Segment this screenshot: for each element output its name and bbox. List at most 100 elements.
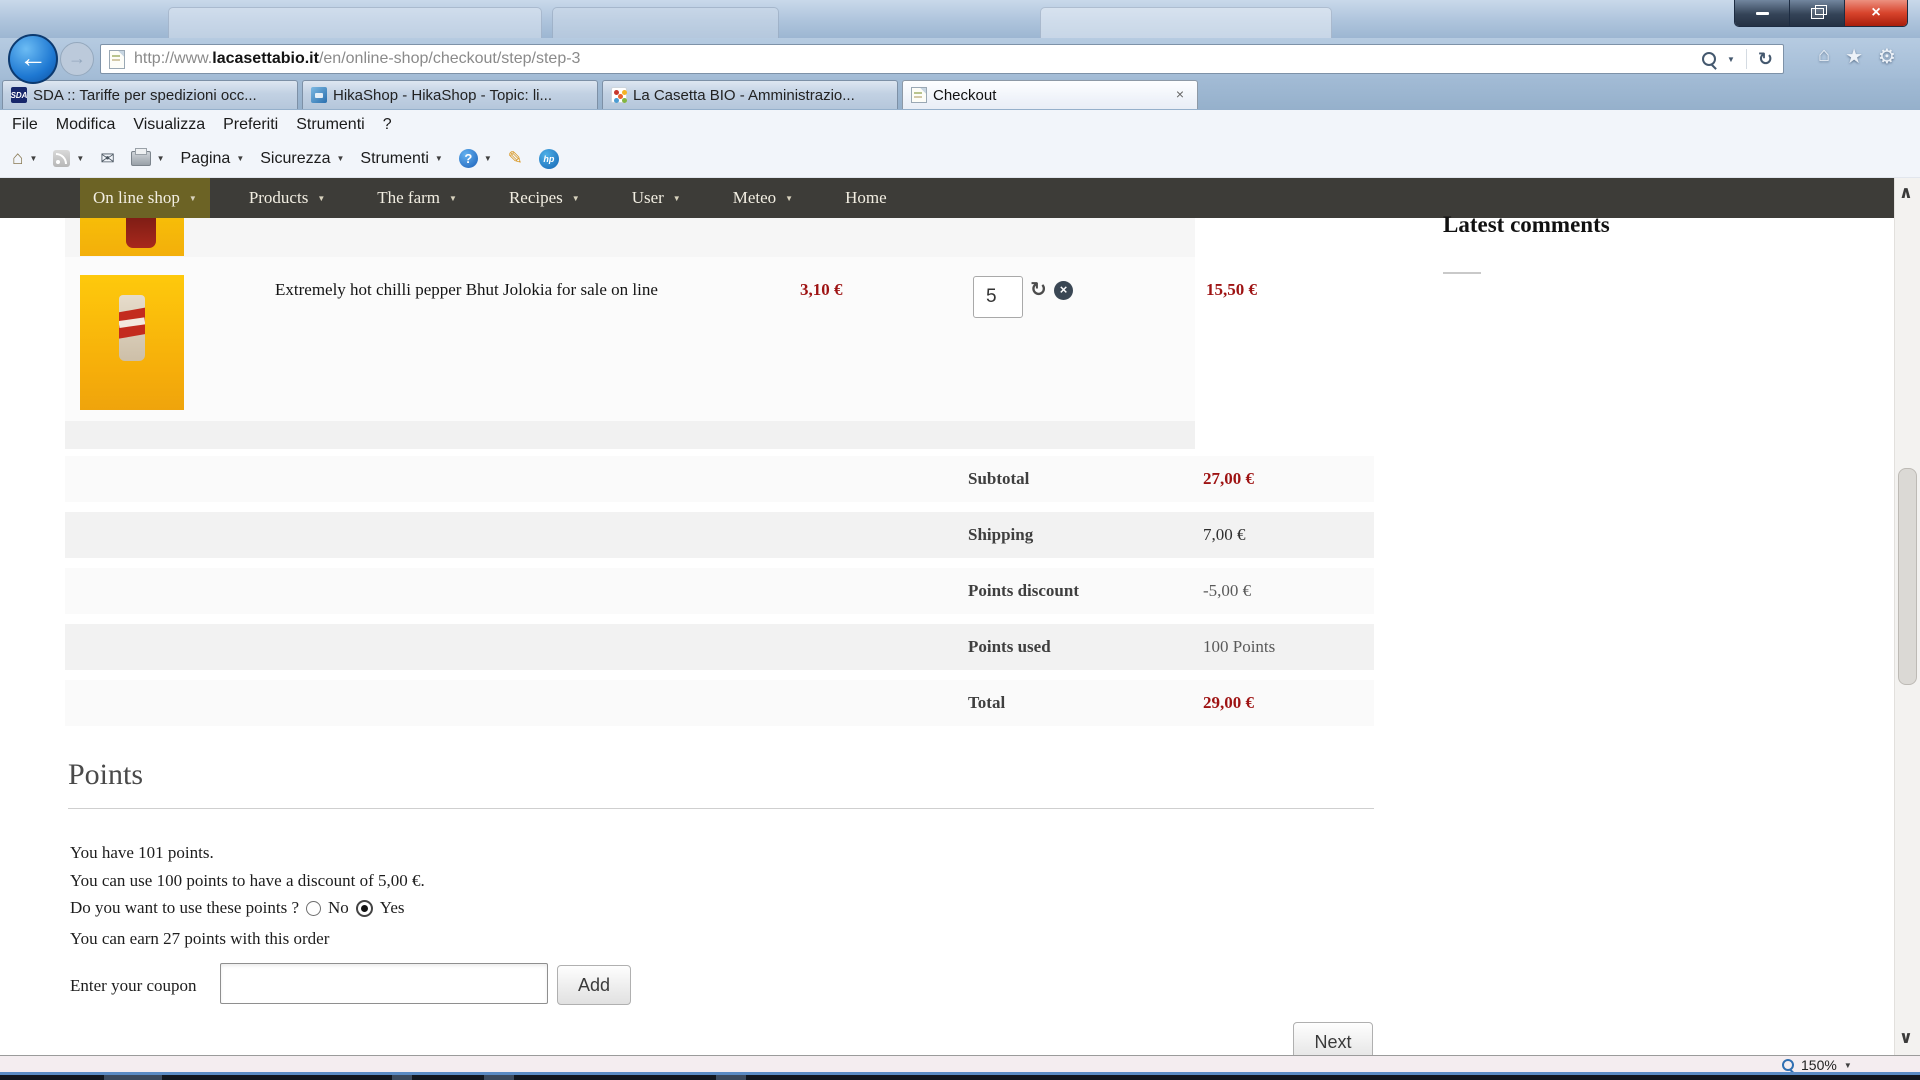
minimize-button[interactable] (1735, 0, 1790, 26)
nav-label: On line shop (93, 188, 180, 208)
restore-icon (1811, 8, 1824, 19)
latest-comments-heading: Latest comments (1443, 212, 1610, 238)
nav-item-online-shop[interactable]: On line shop ▼ (80, 178, 210, 218)
restore-button[interactable] (1790, 0, 1845, 26)
print-command[interactable]: ▼ (131, 151, 165, 166)
scroll-up-icon[interactable]: ∧ (1899, 183, 1913, 203)
total-label: Total (968, 680, 1005, 726)
help-icon: ? (459, 149, 478, 168)
caret-down-icon: ▼ (76, 154, 84, 163)
taskbar-item (104, 1075, 162, 1080)
nav-label: User (632, 188, 664, 208)
tab-sda[interactable]: SDA SDA :: Tariffe per spedizioni occ... (2, 80, 298, 109)
zoom-caret-icon[interactable]: ▼ (1844, 1061, 1852, 1070)
refresh-quantity-icon[interactable]: ↻ (1030, 277, 1047, 302)
points-earn-line: You can earn 27 points with this order (70, 929, 329, 949)
hp-command[interactable]: hp (539, 149, 559, 169)
background-window-ghost (552, 7, 779, 39)
total-label: Points used (968, 624, 1051, 670)
points-yes-label[interactable]: Yes (380, 898, 405, 918)
taskbar-item (484, 1075, 514, 1080)
add-coupon-button[interactable]: Add (557, 965, 631, 1005)
row-divider-band (65, 421, 1195, 449)
zoom-control[interactable]: 150% ▼ (1782, 1057, 1852, 1073)
refresh-icon[interactable]: ↻ (1758, 49, 1773, 70)
menu-help[interactable]: ? (383, 116, 392, 134)
tab-close-icon[interactable]: × (1171, 86, 1189, 104)
nav-item-meteo[interactable]: Meteo ▼ (720, 178, 806, 218)
strumenti-menu[interactable]: Strumenti ▼ (360, 150, 442, 168)
search-caret-icon[interactable]: ▼ (1727, 55, 1735, 64)
window-titlebar[interactable]: × (0, 0, 1920, 38)
home-icon[interactable]: ⌂ (1818, 44, 1830, 69)
hp-logo-icon: hp (539, 149, 559, 169)
forward-button[interactable]: → (60, 42, 94, 76)
sicurezza-menu[interactable]: Sicurezza ▼ (260, 150, 344, 168)
tab-label: SDA :: Tariffe per spedizioni occ... (33, 87, 289, 104)
tab-label: Checkout (933, 87, 1171, 104)
menu-visualizza[interactable]: Visualizza (133, 116, 205, 134)
product-name[interactable]: Extremely hot chilli pepper Bhut Jolokia… (275, 280, 795, 300)
menu-strumenti[interactable]: Strumenti (296, 116, 364, 134)
previous-product-image[interactable] (80, 218, 184, 256)
menu-modifica[interactable]: Modifica (56, 116, 116, 134)
url-text[interactable]: http://www.lacasettabio.it/en/online-sho… (134, 50, 1702, 68)
back-button[interactable]: ← (8, 34, 58, 84)
tab-hikashop[interactable]: HikaShop - HikaShop - Topic: li... (302, 80, 598, 109)
settings-gear-icon[interactable]: ⚙ (1878, 44, 1896, 69)
pagina-menu[interactable]: Pagina ▼ (181, 150, 245, 168)
home-command[interactable]: ⌂ ▼ (12, 149, 37, 168)
tab-checkout-active[interactable]: Checkout × (902, 80, 1198, 109)
edit-command[interactable]: ✎ (508, 148, 523, 169)
total-value: 7,00 € (1203, 512, 1246, 558)
close-window-button[interactable]: × (1845, 0, 1907, 26)
taskbar-item (392, 1075, 412, 1080)
chevron-down-icon: ▼ (317, 194, 325, 203)
nav-item-user[interactable]: User ▼ (619, 178, 694, 218)
chevron-down-icon: ▼ (572, 194, 580, 203)
zoom-magnifier-icon (1782, 1059, 1794, 1071)
sicurezza-label: Sicurezza (260, 150, 330, 168)
totals-row-points-used: Points used 100 Points (65, 624, 1374, 670)
coupon-input[interactable] (220, 963, 548, 1004)
product-image[interactable] (80, 275, 184, 410)
close-icon: × (1871, 4, 1880, 22)
points-no-label[interactable]: No (328, 898, 349, 918)
points-section-heading: Points (68, 758, 143, 792)
favorites-star-icon[interactable]: ★ (1845, 44, 1863, 69)
zoom-level[interactable]: 150% (1801, 1057, 1837, 1073)
section-divider (68, 808, 1374, 809)
background-window-ghost (1040, 7, 1332, 39)
read-mail-command[interactable]: ✉ (100, 149, 114, 169)
totals-row-points-discount: Points discount -5,00 € (65, 568, 1374, 614)
menu-file[interactable]: File (12, 116, 38, 134)
scrollbar-thumb[interactable] (1898, 468, 1917, 685)
joomla-favicon (611, 87, 627, 103)
menu-preferiti[interactable]: Preferiti (223, 116, 278, 134)
totals-row-subtotal: Subtotal 27,00 € (65, 456, 1374, 502)
divider (1746, 49, 1747, 69)
taskbar-sliver (0, 1075, 1920, 1080)
nav-label: Meteo (733, 188, 776, 208)
address-bar-tools: ▼ ↻ (1702, 49, 1783, 70)
previous-cart-row (65, 218, 1195, 257)
search-icon[interactable] (1702, 52, 1716, 66)
quantity-input[interactable] (973, 276, 1023, 318)
command-bar: ⌂ ▼ ▼ ✉ ▼ Pagina ▼ Sicurezza ▼ Strumenti… (0, 140, 1920, 178)
points-no-radio[interactable] (306, 901, 321, 916)
chevron-down-icon: ▼ (449, 194, 457, 203)
points-yes-radio[interactable] (356, 900, 373, 917)
nav-item-recipes[interactable]: Recipes ▼ (496, 178, 593, 218)
tab-lacasetta-admin[interactable]: La Casetta BIO - Amministrazio... (602, 80, 898, 109)
scroll-down-icon[interactable]: ∨ (1899, 1028, 1913, 1048)
taskbar-item (716, 1075, 746, 1080)
delete-item-icon[interactable]: × (1054, 281, 1073, 300)
nav-item-the-farm[interactable]: The farm ▼ (364, 178, 470, 218)
rss-icon (53, 150, 70, 167)
help-command[interactable]: ? ▼ (459, 149, 492, 168)
address-bar[interactable]: http://www.lacasettabio.it/en/online-sho… (100, 44, 1784, 74)
feeds-command[interactable]: ▼ (53, 150, 84, 167)
nav-item-home[interactable]: Home (832, 178, 900, 218)
nav-item-products[interactable]: Products ▼ (236, 178, 338, 218)
page-favicon (109, 50, 125, 69)
